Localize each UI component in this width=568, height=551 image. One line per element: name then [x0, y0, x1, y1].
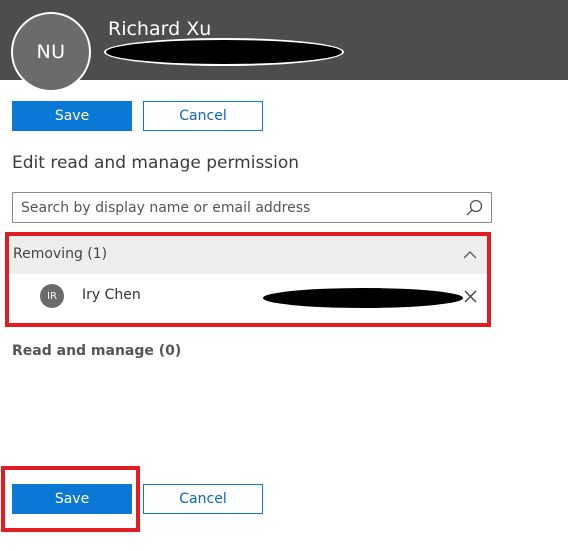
- search-box: [12, 192, 492, 223]
- removing-group-label: Removing (1): [13, 246, 108, 262]
- close-icon[interactable]: [464, 290, 477, 303]
- search-input[interactable]: [13, 193, 461, 222]
- user-name: Richard Xu: [108, 18, 212, 40]
- member-avatar: IR: [40, 284, 64, 308]
- removing-group-header[interactable]: Removing (1): [9, 236, 487, 274]
- save-button[interactable]: Save: [12, 484, 132, 514]
- search-icon[interactable]: [465, 199, 483, 217]
- read-manage-label: Read and manage (0): [12, 343, 182, 359]
- removing-group: Removing (1) IR Iry Chen: [5, 232, 491, 327]
- cancel-button-top[interactable]: Cancel: [143, 101, 263, 131]
- cancel-button[interactable]: Cancel: [143, 484, 263, 514]
- section-title: Edit read and manage permission: [12, 153, 300, 173]
- member-name: Iry Chen: [82, 287, 141, 303]
- redaction-mark: [106, 40, 342, 64]
- save-button-top[interactable]: Save: [12, 101, 132, 131]
- chevron-up-icon[interactable]: [463, 248, 477, 262]
- avatar: NU: [11, 12, 91, 92]
- redaction-mark: [263, 288, 463, 308]
- permission-panel: Richard Xu NU Save Cancel Edit read and …: [0, 0, 568, 551]
- list-item: IR Iry Chen: [9, 274, 487, 319]
